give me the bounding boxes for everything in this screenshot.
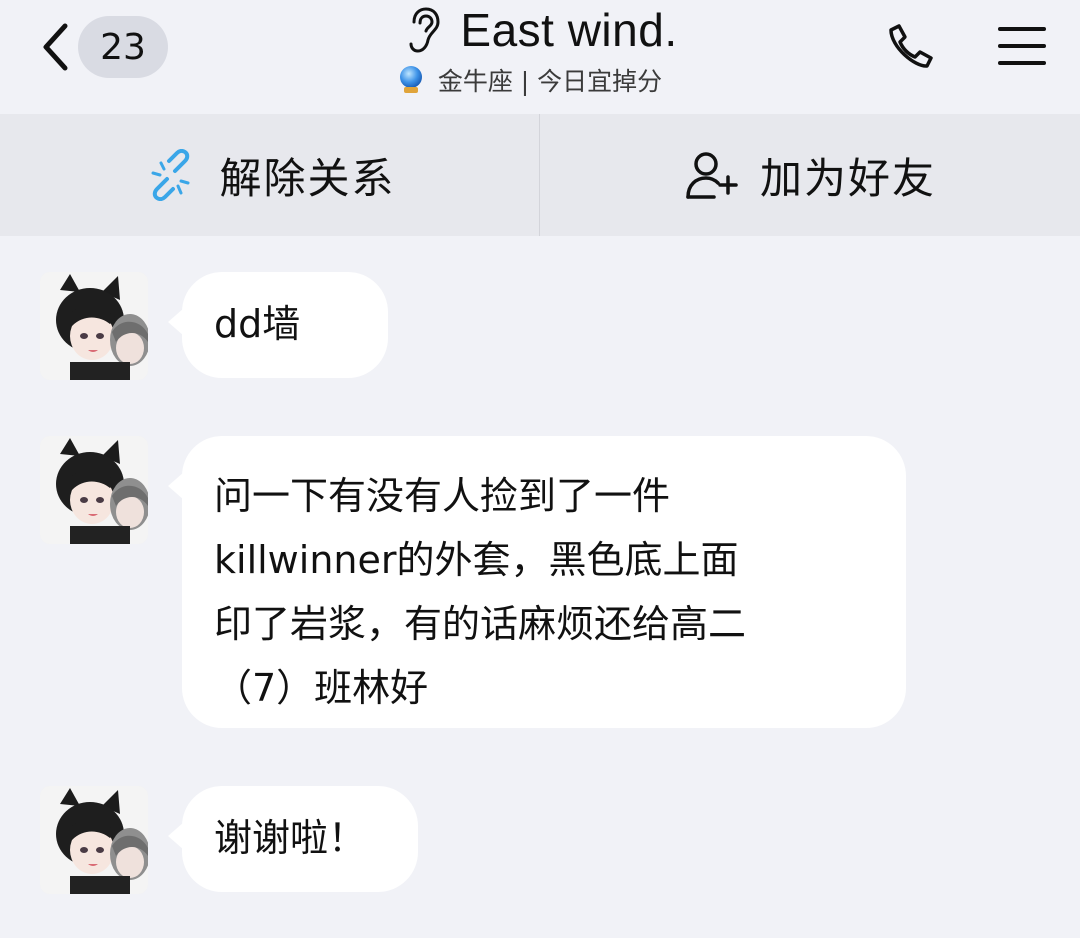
call-button[interactable] (882, 20, 938, 76)
add-friend-button[interactable]: 加为好友 (540, 114, 1080, 236)
relationship-action-bar: 解除关系 加为好友 (0, 114, 1080, 236)
message-text-line: 问一下有没有人捡到了一件 (214, 474, 671, 518)
crystal-ball-icon (398, 65, 424, 95)
sender-avatar[interactable] (40, 272, 148, 380)
unlink-button[interactable]: 解除关系 (0, 114, 540, 236)
sender-avatar[interactable] (40, 786, 148, 894)
message-text-line: （7）班林好 (214, 666, 429, 710)
add-friend-label: 加为好友 (759, 153, 936, 203)
message-text-line: 印了岩浆，有的话麻烦还给高二 (214, 602, 747, 646)
message-text: dd墙 (214, 302, 301, 346)
message-text-line: killwinner的外套，黑色底上面 (214, 538, 739, 582)
ear-icon (402, 5, 446, 55)
sender-avatar[interactable] (40, 436, 148, 544)
add-user-icon (684, 147, 740, 203)
message-text: 谢谢啦！ (214, 816, 367, 860)
chat-subtitle: 金牛座 | 今日宜掉分 (437, 67, 663, 96)
message-bubble[interactable]: 问一下有没有人捡到了一件 killwinner的外套，黑色底上面 印了岩浆，有的… (168, 436, 906, 728)
menu-button[interactable] (994, 20, 1050, 76)
phone-icon (885, 21, 935, 75)
message-bubble[interactable]: 谢谢啦！ (168, 786, 418, 892)
unlink-label: 解除关系 (219, 153, 396, 203)
hamburger-menu-icon (997, 24, 1047, 72)
chat-title: East wind. (460, 4, 678, 56)
broken-link-icon (143, 147, 199, 203)
chat-header: 23 East wind. 金牛座 | 今日宜掉分 (0, 0, 1080, 114)
message-bubble[interactable]: dd墙 (168, 272, 388, 378)
